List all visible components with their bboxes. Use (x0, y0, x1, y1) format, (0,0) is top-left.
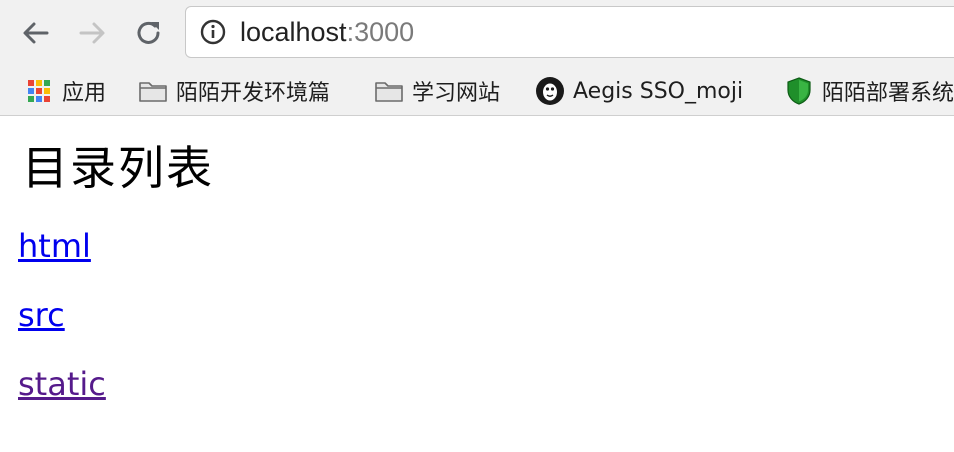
bookmarks-bar: 应用 陌陌开发环境篇 学习网站 Aegis SSO_moji 陌陌部署系统 (0, 66, 954, 116)
url-host: localhost (240, 16, 347, 47)
bookmark-apps[interactable]: 应用 (24, 72, 106, 110)
back-button[interactable] (18, 15, 54, 51)
aegis-logo-icon (535, 76, 565, 106)
list-item: static (18, 364, 106, 433)
bookmark-label: Aegis SSO_moji (573, 78, 744, 104)
url-port: :3000 (346, 16, 415, 47)
browser-toolbar: localhost:3000 (0, 0, 954, 66)
reload-icon (137, 21, 160, 44)
folder-icon (138, 76, 168, 106)
bookmark-label: 应用 (62, 81, 107, 106)
reload-button[interactable] (131, 15, 167, 51)
browser-chrome: localhost:3000 应用 陌陌开发环境篇 学习网站 Aegis SSO… (0, 0, 954, 116)
arrow-right-icon (79, 22, 105, 44)
bookmark-folder-learning[interactable]: 学习网站 (374, 72, 500, 110)
green-shield-icon (784, 76, 814, 106)
bookmark-folder-dev-env[interactable]: 陌陌开发环境篇 (138, 72, 330, 110)
info-icon[interactable] (200, 19, 226, 45)
url-text: localhost:3000 (240, 17, 414, 48)
forward-button[interactable] (74, 15, 110, 51)
bookmark-label: 陌陌部署系统 (822, 81, 954, 106)
bookmark-label: 陌陌开发环境篇 (176, 81, 331, 106)
list-item: src (18, 295, 106, 364)
folder-icon (374, 76, 404, 106)
directory-list: html src static (18, 226, 106, 433)
arrow-left-icon (23, 22, 49, 44)
list-item: html (18, 226, 106, 295)
link-static[interactable]: static (18, 365, 106, 403)
link-html[interactable]: html (18, 227, 91, 265)
apps-grid-icon (24, 76, 54, 106)
bookmark-deploy-system[interactable]: 陌陌部署系统 (784, 72, 954, 110)
bookmark-aegis-sso[interactable]: Aegis SSO_moji (535, 72, 743, 110)
page-title: 目录列表 (22, 141, 214, 195)
address-bar[interactable]: localhost:3000 (185, 6, 954, 58)
link-src[interactable]: src (18, 296, 65, 334)
bookmark-label: 学习网站 (412, 81, 501, 106)
